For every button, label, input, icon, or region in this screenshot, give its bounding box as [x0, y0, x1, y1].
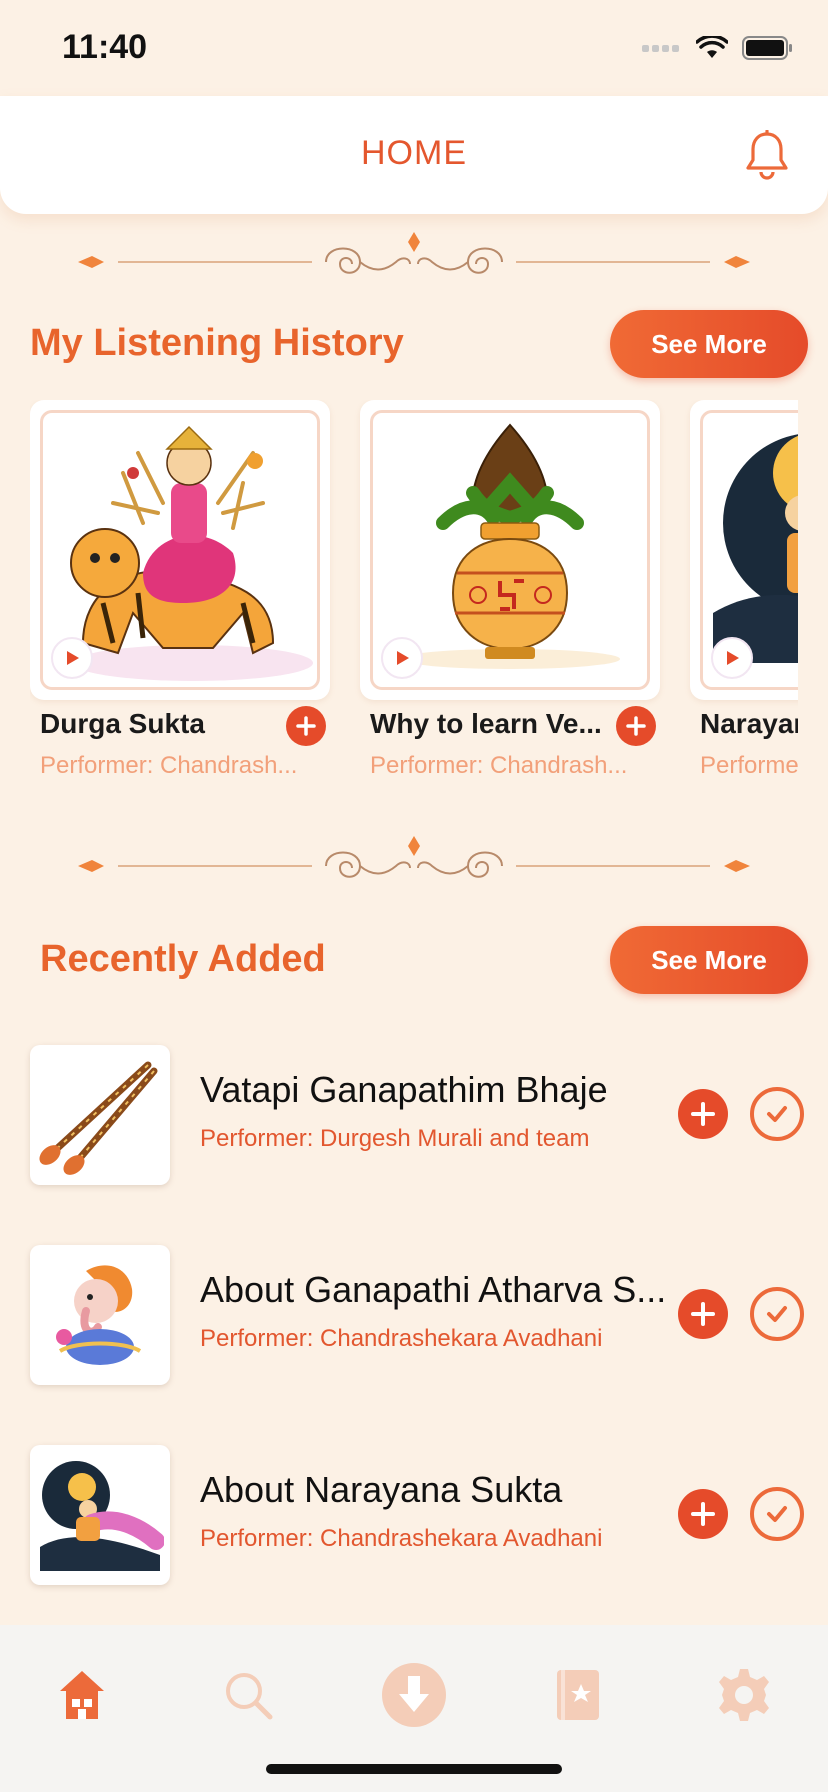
notification-button[interactable] [744, 129, 790, 185]
history-card[interactable]: Narayana Performer: Chandrashekara Avadh… [690, 400, 798, 779]
status-bar: 11:40 [0, 0, 828, 96]
tab-search[interactable] [208, 1655, 288, 1735]
add-button[interactable] [286, 706, 326, 746]
check-icon [767, 1506, 787, 1522]
check-icon [767, 1306, 787, 1322]
ornamental-divider [78, 836, 750, 878]
add-button[interactable] [678, 1489, 728, 1539]
recent-see-more-button[interactable]: See More [610, 926, 808, 994]
history-see-more-button[interactable]: See More [610, 310, 808, 378]
list-item[interactable]: Vatapi Ganapathim Bhaje Performer: Durge… [30, 1045, 810, 1185]
history-item-performer: Performer: Chandrash... [370, 752, 628, 779]
play-button[interactable] [51, 637, 93, 679]
tab-library[interactable] [538, 1655, 618, 1735]
history-card[interactable]: Durga Sukta Performer: Chandrash... [30, 400, 330, 779]
play-icon [67, 651, 79, 665]
status-time: 11:40 [62, 28, 148, 66]
recent-thumbnail[interactable] [30, 1445, 170, 1585]
recent-thumbnail[interactable] [30, 1245, 170, 1385]
plus-icon [626, 716, 646, 736]
plus-icon [691, 1102, 715, 1126]
history-carousel[interactable]: Durga Sukta Performer: Chandrash... Why … [30, 400, 798, 790]
recent-item-performer: Performer: Chandrashekara Avadhani [200, 1525, 603, 1552]
home-indicator [266, 1764, 562, 1774]
recent-section-title: Recently Added [40, 938, 326, 980]
recent-thumbnail[interactable] [30, 1045, 170, 1185]
tab-settings[interactable] [704, 1655, 784, 1735]
history-thumbnail[interactable] [30, 400, 330, 700]
status-icons [642, 36, 794, 60]
play-icon [397, 651, 409, 665]
add-button[interactable] [678, 1289, 728, 1339]
ganapathi-illustration-icon [56, 1265, 142, 1365]
settings-icon [719, 1669, 769, 1721]
add-button[interactable] [616, 706, 656, 746]
home-icon [60, 1671, 104, 1719]
ornamental-divider [78, 232, 750, 274]
battery-icon [742, 36, 792, 60]
mark-complete-button[interactable] [750, 1087, 804, 1141]
mark-complete-button[interactable] [750, 1287, 804, 1341]
history-item-title: Durga Sukta [40, 708, 205, 739]
history-item-title: Why to learn Ve... [370, 708, 602, 739]
history-thumbnail[interactable] [690, 400, 798, 700]
recent-item-performer: Performer: Durgesh Murali and team [200, 1125, 590, 1152]
bell-icon [746, 129, 788, 180]
cellular-signal-icon [642, 45, 679, 52]
download-icon [382, 1663, 446, 1727]
nadaswaram-illustration-icon [39, 1061, 158, 1175]
recent-item-title: About Ganapathi Atharva S... [200, 1269, 667, 1310]
recent-item-title: Vatapi Ganapathim Bhaje [200, 1069, 608, 1110]
play-icon [727, 651, 739, 665]
history-section-title: My Listening History [30, 322, 404, 364]
tab-downloads[interactable] [374, 1655, 454, 1735]
history-item-performer: Performer: Chandrash... [40, 752, 298, 779]
recent-item-performer: Performer: Chandrashekara Avadhani [200, 1325, 603, 1352]
list-item[interactable]: About Narayana Sukta Performer: Chandras… [30, 1445, 810, 1585]
list-item[interactable]: About Ganapathi Atharva S... Performer: … [30, 1245, 810, 1385]
history-item-performer: Performer: Chandrashekara Avadhani [700, 752, 798, 779]
narayana-illustration-icon [40, 1461, 164, 1571]
add-button[interactable] [678, 1089, 728, 1139]
plus-icon [691, 1302, 715, 1326]
history-card[interactable]: Why to learn Ve... Performer: Chandrash.… [360, 400, 660, 779]
plus-icon [296, 716, 316, 736]
wifi-icon [696, 36, 728, 58]
recent-item-title: About Narayana Sukta [200, 1469, 563, 1510]
play-button[interactable] [711, 637, 753, 679]
app-header: HOME [0, 96, 828, 214]
tab-home[interactable] [42, 1655, 122, 1735]
search-icon [226, 1673, 273, 1720]
mark-complete-button[interactable] [750, 1487, 804, 1541]
play-button[interactable] [381, 637, 423, 679]
history-item-title: Narayana [700, 708, 798, 739]
check-icon [767, 1106, 787, 1122]
page-title: HOME [361, 134, 467, 172]
history-thumbnail[interactable] [360, 400, 660, 700]
plus-icon [691, 1502, 715, 1526]
library-icon [557, 1670, 599, 1720]
